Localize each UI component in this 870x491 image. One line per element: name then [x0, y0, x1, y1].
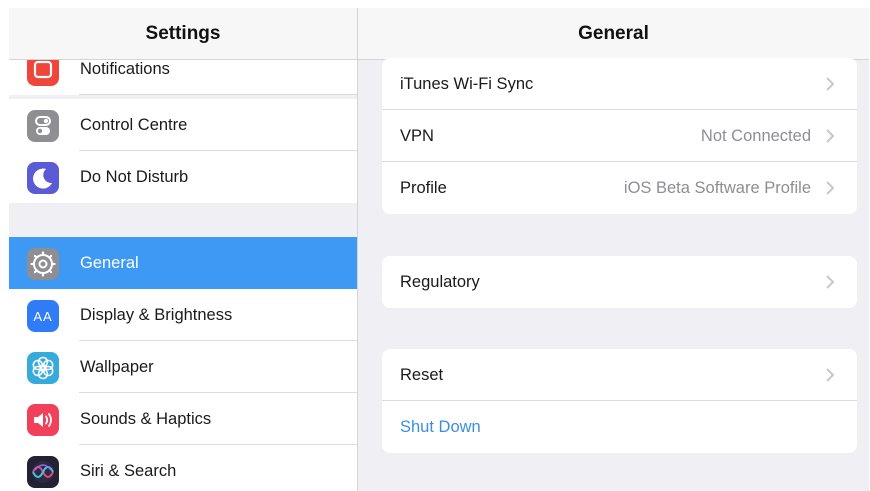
sidebar-item-label: Do Not Disturb [80, 167, 189, 186]
sidebar-item-wallpaper[interactable]: Wallpaper [9, 341, 357, 393]
chevron-right-icon [826, 275, 835, 289]
row-label: Reset [400, 365, 444, 384]
display-brightness-icon: AA [27, 300, 59, 332]
chevron-right-icon [826, 368, 835, 382]
sidebar-title: Settings [145, 22, 221, 44]
gear-icon [27, 248, 59, 280]
sidebar-item-label: Display & Brightness [80, 305, 233, 324]
sidebar-item-label: Notifications [80, 59, 170, 78]
chevron-right-icon [826, 129, 835, 143]
sidebar-nav-bar: Settings [9, 8, 357, 60]
profile-value: iOS Beta Software Profile [623, 178, 811, 197]
profile-row[interactable]: Profile iOS Beta Software Profile [382, 162, 857, 214]
shut-down-label: Shut Down [400, 417, 481, 436]
settings-group-reset-shutdown: Reset Shut Down [382, 349, 857, 453]
row-label: Profile [400, 178, 447, 197]
siri-icon [27, 456, 59, 488]
sidebar-item-sounds-haptics[interactable]: Sounds & Haptics [9, 393, 357, 445]
regulatory-row[interactable]: Regulatory [382, 256, 857, 308]
vpn-row[interactable]: VPN Not Connected [382, 110, 857, 162]
chevron-right-icon [826, 181, 835, 195]
reset-row[interactable]: Reset [382, 349, 857, 401]
detail-title: General [578, 22, 649, 44]
sidebar-item-do-not-disturb[interactable]: Do Not Disturb [9, 151, 357, 203]
wallpaper-icon [27, 352, 59, 384]
sidebar-item-label: Wallpaper [80, 357, 154, 376]
row-label: VPN [400, 126, 434, 145]
sidebar-item-siri-search[interactable]: Siri & Search [9, 445, 357, 491]
detail-nav-bar: General [358, 8, 869, 60]
row-label: Regulatory [400, 272, 480, 291]
sidebar-item-control-centre[interactable]: Control Centre [9, 99, 357, 151]
row-label: iTunes Wi-Fi Sync [400, 74, 534, 93]
sidebar-item-display-brightness[interactable]: AA Display & Brightness [9, 289, 357, 341]
chevron-right-icon [826, 77, 835, 91]
shut-down-button[interactable]: Shut Down [382, 401, 857, 453]
itunes-wifi-sync-row[interactable]: iTunes Wi-Fi Sync [382, 58, 857, 110]
sidebar-item-label: Siri & Search [80, 461, 177, 480]
speaker-icon [27, 404, 59, 436]
sidebar-item-general[interactable]: General [9, 237, 357, 289]
settings-group-regulatory: Regulatory [382, 256, 857, 308]
general-detail-pane: General iTunes Wi-Fi Sync VPN Not Connec… [358, 8, 869, 491]
vpn-status-value: Not Connected [700, 126, 811, 145]
moon-icon [27, 162, 59, 194]
settings-sidebar: Settings Notifications Control Centre Do… [9, 8, 358, 491]
settings-window: Settings Notifications Control Centre Do… [9, 8, 869, 491]
sidebar-item-label: Control Centre [80, 115, 188, 134]
control-centre-icon [27, 110, 59, 142]
sidebar-item-label: Sounds & Haptics [80, 409, 212, 428]
settings-group-sync-vpn-profile: iTunes Wi-Fi Sync VPN Not Connected Prof… [382, 58, 857, 214]
sidebar-item-label: General [80, 253, 139, 272]
sidebar-group-gap [9, 203, 357, 237]
